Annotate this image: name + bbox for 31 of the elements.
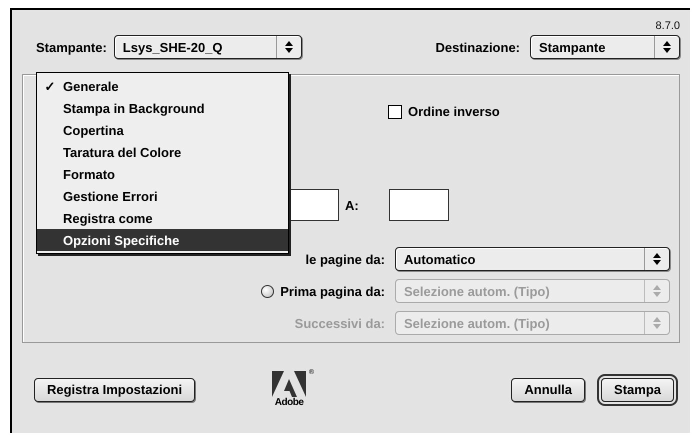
radio-label: le pagine da: — [306, 252, 385, 266]
menu-item[interactable]: Formato — [37, 163, 288, 185]
menu-item[interactable]: Stampa in Background — [37, 97, 288, 119]
check-mark: ✓ — [44, 78, 56, 94]
radio-label: Prima pagina da: — [280, 284, 385, 298]
checkbox-label: Ordine inverso — [408, 104, 500, 119]
tray-popup[interactable]: Automatico — [395, 247, 670, 271]
logo-icon — [272, 371, 306, 397]
up-down-arrows-icon — [663, 41, 671, 53]
to-label: A: — [345, 198, 359, 212]
menu-item[interactable]: Registra come — [37, 207, 288, 229]
menu-item[interactable]: Copertina — [37, 119, 288, 141]
up-down-arrows-icon — [653, 285, 661, 297]
save-settings-button[interactable]: Registra Impostazioni — [34, 378, 196, 402]
menu-item[interactable]: Taratura del Colore — [37, 141, 288, 163]
menu-item[interactable]: Gestione Errori — [37, 185, 288, 207]
logo-text: Adobe — [274, 397, 304, 408]
checkbox[interactable] — [388, 104, 402, 118]
up-down-arrows-icon — [284, 41, 293, 53]
destination-label: Destinazione: — [435, 40, 520, 54]
to-field[interactable] — [388, 189, 449, 221]
next-pages-label: Successivi da: — [294, 316, 385, 330]
printer-popup[interactable]: Lsys_SHE-20_Q — [114, 35, 302, 59]
up-down-arrows-icon — [653, 253, 661, 265]
menu-item[interactable]: Opzioni Specifiche — [37, 229, 288, 251]
cancel-button[interactable]: Annulla — [511, 378, 586, 402]
up-down-arrows-icon — [653, 317, 661, 329]
printer-label: Stampante: — [36, 40, 107, 54]
menu-item[interactable]: ✓ Generale — [37, 75, 288, 97]
version-label: 8.7.0 — [656, 20, 680, 32]
destination-popup[interactable]: Stampante — [530, 35, 680, 59]
